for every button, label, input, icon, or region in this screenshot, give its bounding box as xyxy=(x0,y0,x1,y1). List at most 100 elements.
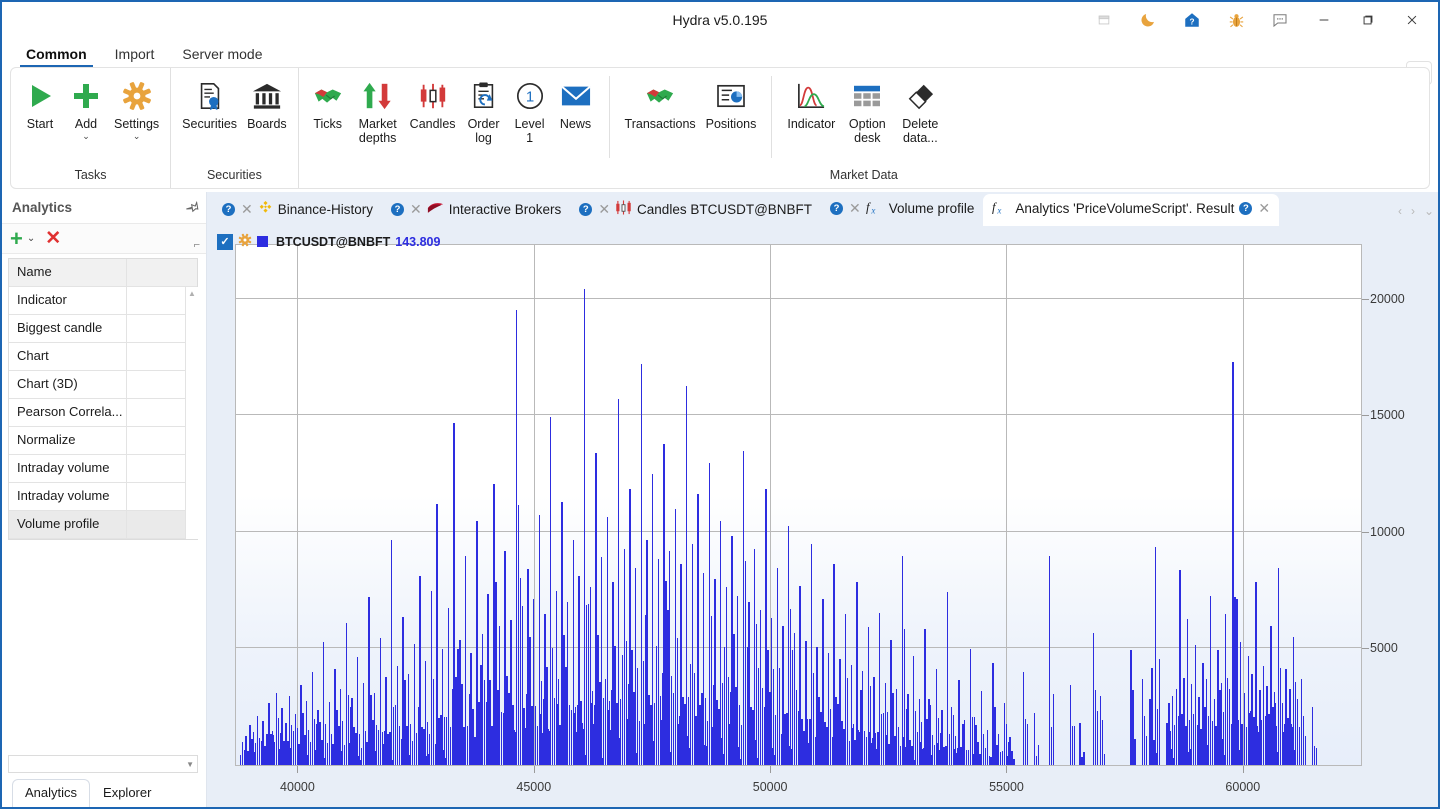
add-analytics-button[interactable]: + xyxy=(10,229,23,249)
ribbon-button-add[interactable]: Add ⌄ xyxy=(63,74,109,141)
delete-analytics-button[interactable]: ✕ xyxy=(45,230,61,248)
series-visibility-checkbox[interactable]: ✓ xyxy=(217,234,233,250)
fx-icon: f x xyxy=(866,199,884,218)
ribbon-button-boards[interactable]: Boards xyxy=(242,74,292,131)
list-item[interactable]: Chart (3D) xyxy=(9,371,197,399)
chart-bar xyxy=(1104,754,1105,765)
x-tick-label: 50000 xyxy=(753,780,788,794)
list-item[interactable]: Pearson Correla... xyxy=(9,399,197,427)
list-item[interactable]: Biggest candle xyxy=(9,315,197,343)
ribbon-button-option-desk-label: Option desk xyxy=(845,117,889,145)
maximize-button[interactable] xyxy=(1346,3,1390,37)
ribbon-button-market-depths-label: Market depths xyxy=(356,117,400,145)
tab-list-icon[interactable]: ⌄ xyxy=(1424,204,1434,218)
tab-prev-icon[interactable]: ‹ xyxy=(1398,204,1402,218)
resize-grip-icon[interactable]: ⌐ xyxy=(194,239,200,251)
ribbon-button-market-depths[interactable]: Market depths xyxy=(351,74,405,145)
document-tab-analytics-result[interactable]: f x Analytics 'PriceVolumeScript'. Resul… xyxy=(983,194,1279,226)
svg-text:x: x xyxy=(997,205,1002,215)
ribbon-button-settings[interactable]: Settings ⌄ xyxy=(109,74,164,141)
list-item[interactable]: Normalize xyxy=(9,427,197,455)
ribbon-button-ticks[interactable]: Ticks xyxy=(305,74,351,131)
ribbon-button-news-label: News xyxy=(560,117,591,131)
chart-x-axis[interactable]: 4000045000500005500060000 xyxy=(235,766,1362,805)
ribbon-button-indicator[interactable]: Indicator xyxy=(782,74,840,131)
chart-y-axis[interactable]: 5000100001500020000 xyxy=(1362,244,1436,766)
x-tick-mark xyxy=(534,766,535,773)
bug-report-icon[interactable] xyxy=(1214,3,1258,37)
ribbon-button-order-log[interactable]: Order log xyxy=(461,74,507,145)
ribbon-button-order-log-label: Order log xyxy=(466,117,502,145)
scroll-up-icon[interactable]: ▲ xyxy=(186,287,198,300)
ribbon-button-delete-data-label: Delete data... xyxy=(899,117,941,145)
panel-tab-analytics[interactable]: Analytics xyxy=(12,779,90,807)
help-home-icon[interactable]: ? xyxy=(1170,3,1214,37)
ribbon-button-add-label: Add xyxy=(75,117,97,131)
panel-tab-explorer[interactable]: Explorer xyxy=(90,779,164,807)
list-item[interactable]: Intraday volume xyxy=(9,483,197,511)
x-tick-label: 60000 xyxy=(1225,780,1260,794)
list-item[interactable]: Indicator xyxy=(9,287,197,315)
ribbon-button-transactions[interactable]: Transactions xyxy=(620,74,701,131)
chevron-down-icon[interactable]: ⌄ xyxy=(82,132,90,141)
help-icon[interactable]: ? xyxy=(1239,202,1252,215)
gear-icon[interactable] xyxy=(238,233,252,250)
help-icon[interactable]: ? xyxy=(391,203,404,216)
close-icon[interactable]: ✕ xyxy=(849,200,861,217)
x-tick-mark xyxy=(297,766,298,773)
ribbon-button-delete-data[interactable]: Delete data... xyxy=(894,74,946,145)
grid-scrollbar[interactable]: ▲ xyxy=(185,287,198,539)
ribbon-tab-server-mode[interactable]: Server mode xyxy=(168,44,276,67)
help-icon[interactable]: ? xyxy=(579,203,592,216)
document-tab-candles[interactable]: ? ✕ Candles BTCUSDT@BNBFT xyxy=(570,195,821,226)
feedback-chat-icon[interactable] xyxy=(1258,3,1302,37)
ribbon-button-start[interactable]: Start xyxy=(17,74,63,131)
ribbon-button-securities[interactable]: Securities xyxy=(177,74,242,131)
ribbon-button-candles[interactable]: Candles xyxy=(405,74,461,131)
close-icon[interactable]: ✕ xyxy=(1258,200,1270,217)
document-tab-label: Candles BTCUSDT@BNBFT xyxy=(637,202,812,217)
ribbon-button-level-1[interactable]: 1 Level 1 xyxy=(507,74,553,145)
column-header-name[interactable]: Name xyxy=(9,259,127,286)
document-tab-label: Analytics 'PriceVolumeScript'. Result xyxy=(1015,201,1234,216)
ribbon-tab-import[interactable]: Import xyxy=(101,44,169,67)
table-grid-icon xyxy=(852,76,882,116)
ribbon: Start Add ⌄ xyxy=(10,67,1430,189)
close-icon[interactable]: ✕ xyxy=(598,201,610,218)
analytics-panel-header: Analytics xyxy=(2,192,206,224)
page-title: Analytics xyxy=(12,200,183,215)
document-tab-volume-profile[interactable]: ? ✕ f x Volume profile xyxy=(821,194,983,226)
document-tab-interactive-brokers[interactable]: ? ✕ Interactive Brokers xyxy=(382,196,570,226)
ribbon-button-option-desk[interactable]: Option desk xyxy=(840,74,894,145)
restore-small-icon[interactable] xyxy=(1082,3,1126,37)
ribbon-button-news[interactable]: News xyxy=(553,74,599,131)
eraser-icon xyxy=(905,76,935,116)
document-area: ? ✕ Binance-History ? ✕ Interactive Brok… xyxy=(207,192,1438,807)
minimize-button[interactable] xyxy=(1302,3,1346,37)
ribbon-button-positions[interactable]: Positions xyxy=(701,74,762,131)
x-tick-mark xyxy=(1006,766,1007,773)
list-item-label: Indicator xyxy=(9,287,127,314)
report-pie-icon xyxy=(716,76,746,116)
chevron-down-icon[interactable]: ⌄ xyxy=(27,233,35,244)
tab-next-icon[interactable]: › xyxy=(1411,204,1415,218)
close-button[interactable] xyxy=(1390,3,1434,37)
chart-legend[interactable]: ✓ xyxy=(217,233,440,250)
close-icon[interactable]: ✕ xyxy=(410,201,422,218)
column-header-blank[interactable] xyxy=(127,259,197,286)
dark-mode-icon[interactable] xyxy=(1126,3,1170,37)
ribbon-button-candles-label: Candles xyxy=(410,117,456,131)
list-item[interactable]: Volume profile xyxy=(9,511,197,539)
grid-footer-dropdown[interactable]: ▼ xyxy=(8,755,198,773)
close-icon[interactable]: ✕ xyxy=(241,201,253,218)
curve-graph-icon xyxy=(796,76,826,116)
chevron-down-icon[interactable]: ⌄ xyxy=(133,132,141,141)
document-tab-binance-history[interactable]: ? ✕ Binance-History xyxy=(213,195,382,226)
list-item[interactable]: Intraday volume xyxy=(9,455,197,483)
ribbon-tab-common[interactable]: Common xyxy=(12,44,101,67)
chart-plot-area[interactable] xyxy=(235,244,1362,766)
volume-profile-chart[interactable]: ✓ xyxy=(209,226,1436,805)
help-icon[interactable]: ? xyxy=(222,203,235,216)
list-item[interactable]: Chart xyxy=(9,343,197,371)
help-icon[interactable]: ? xyxy=(830,202,843,215)
